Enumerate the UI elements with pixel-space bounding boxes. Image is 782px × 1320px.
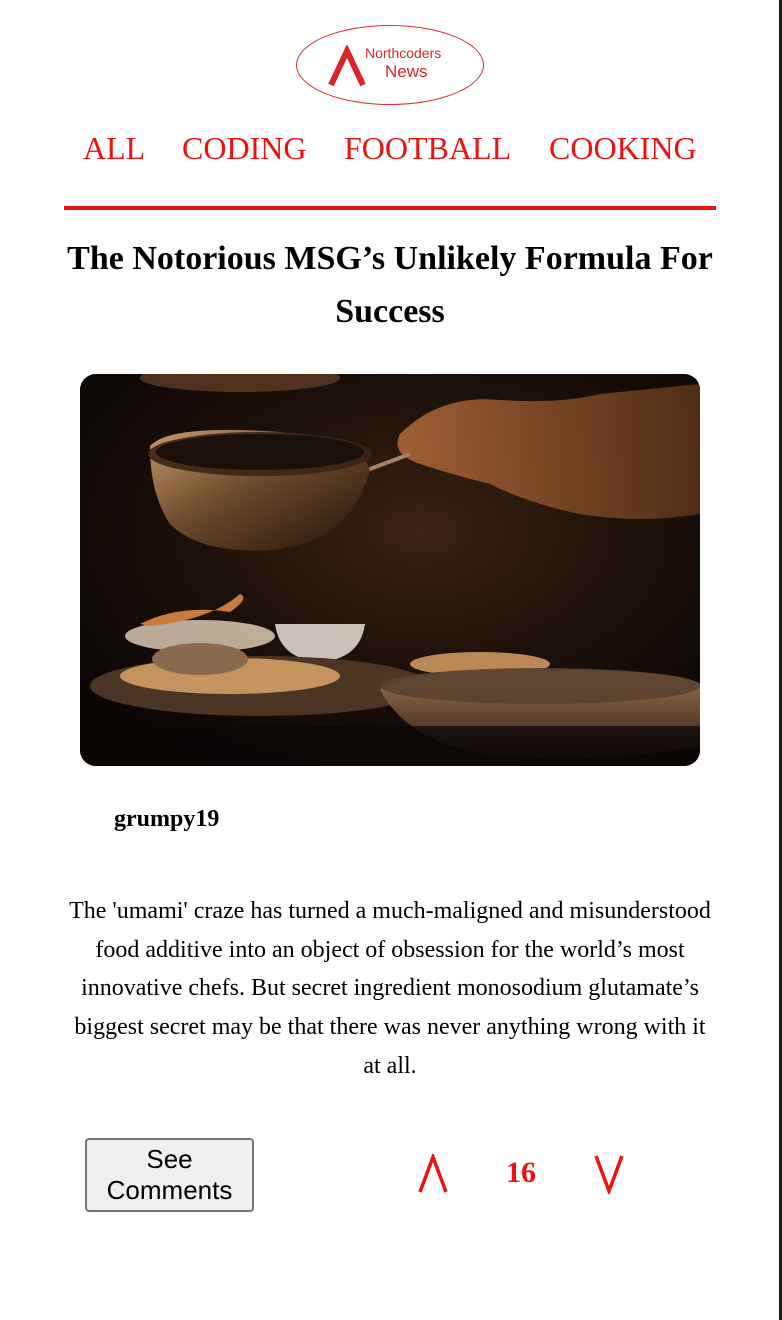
article-image-illustration <box>80 374 700 766</box>
vote-count: 16 <box>506 1156 536 1189</box>
logo-text-news: News <box>385 62 428 81</box>
article-image <box>80 374 700 766</box>
nav-divider <box>64 206 716 210</box>
see-comments-button[interactable]: See Comments <box>85 1138 254 1212</box>
upvote-chevron-icon[interactable] <box>416 1154 450 1194</box>
nav-item-all[interactable]: ALL <box>83 130 145 167</box>
topic-nav: ALL CODING FOOTBALL COOKING <box>64 130 716 174</box>
article-author: grumpy19 <box>114 806 220 832</box>
downvote-chevron-icon[interactable] <box>592 1154 626 1194</box>
article-body: The 'umami' craze has turned a much-mali… <box>69 898 711 1079</box>
logo-text-northcoders: Northcoders <box>365 45 442 61</box>
nav-item-coding[interactable]: CODING <box>182 130 306 167</box>
nav-item-football[interactable]: FOOTBALL <box>344 130 511 167</box>
northcoders-logo-icon <box>328 45 366 87</box>
site-logo[interactable]: Northcoders News <box>296 25 484 105</box>
article-title: The Notorious MSG’s Unlikely Formula For… <box>67 240 713 330</box>
nav-item-cooking[interactable]: COOKING <box>549 130 697 167</box>
article-page: Northcoders News ALL CODING FOOTBALL COO… <box>0 0 779 1320</box>
